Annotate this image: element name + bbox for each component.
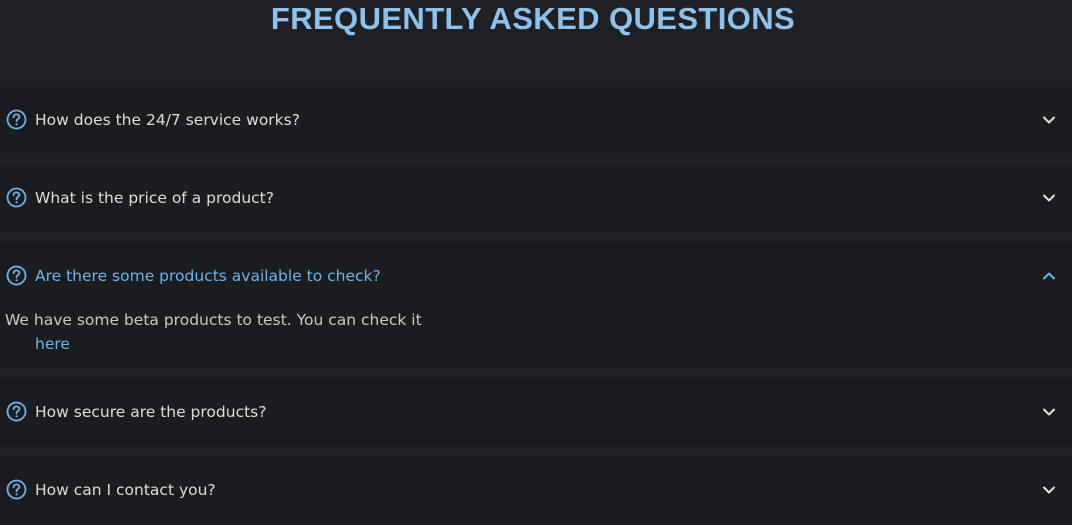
faq-question-toggle[interactable]: How secure are the products? (0, 379, 1072, 445)
faq-page: FREQUENTLY ASKED QUESTIONS How does the … (0, 0, 1072, 525)
faq-item: How does the 24/7 service works? (0, 87, 1072, 153)
faq-item: How secure are the products? (0, 379, 1072, 445)
faq-answer-link[interactable]: here (35, 332, 70, 356)
faq-answer: We have some beta products to test. You … (0, 309, 1072, 367)
faq-item: How can I contact you? (0, 457, 1072, 523)
faq-item: What is the price of a product? (0, 165, 1072, 231)
chevron-down-icon[interactable] (1041, 484, 1057, 496)
faq-question-toggle[interactable]: What is the price of a product? (0, 165, 1072, 231)
chevron-down-icon[interactable] (1041, 406, 1057, 418)
faq-answer-text: We have some beta products to test. You … (5, 311, 422, 329)
faq-list: How does the 24/7 service works? What is… (0, 87, 1072, 525)
question-circle-icon (6, 265, 27, 286)
faq-question-text: How secure are the products? (35, 403, 267, 421)
chevron-up-icon[interactable] (1041, 270, 1057, 282)
page-title: FREQUENTLY ASKED QUESTIONS (270, 1, 796, 36)
faq-item-expanded: Are there some products available to che… (0, 243, 1072, 367)
chevron-down-icon[interactable] (1041, 192, 1057, 204)
chevron-down-icon[interactable] (1041, 114, 1057, 126)
question-circle-icon (6, 187, 27, 208)
faq-question-text: How can I contact you? (35, 481, 216, 499)
faq-question-toggle[interactable]: How does the 24/7 service works? (0, 87, 1072, 153)
faq-question-text: What is the price of a product? (35, 189, 274, 207)
faq-question-text: How does the 24/7 service works? (35, 111, 300, 129)
faq-question-toggle[interactable]: Are there some products available to che… (0, 243, 1072, 309)
faq-question-toggle[interactable]: How can I contact you? (0, 457, 1072, 523)
question-circle-icon (6, 479, 27, 500)
question-circle-icon (6, 401, 27, 422)
question-circle-icon (6, 109, 27, 130)
faq-question-text: Are there some products available to che… (35, 267, 381, 285)
